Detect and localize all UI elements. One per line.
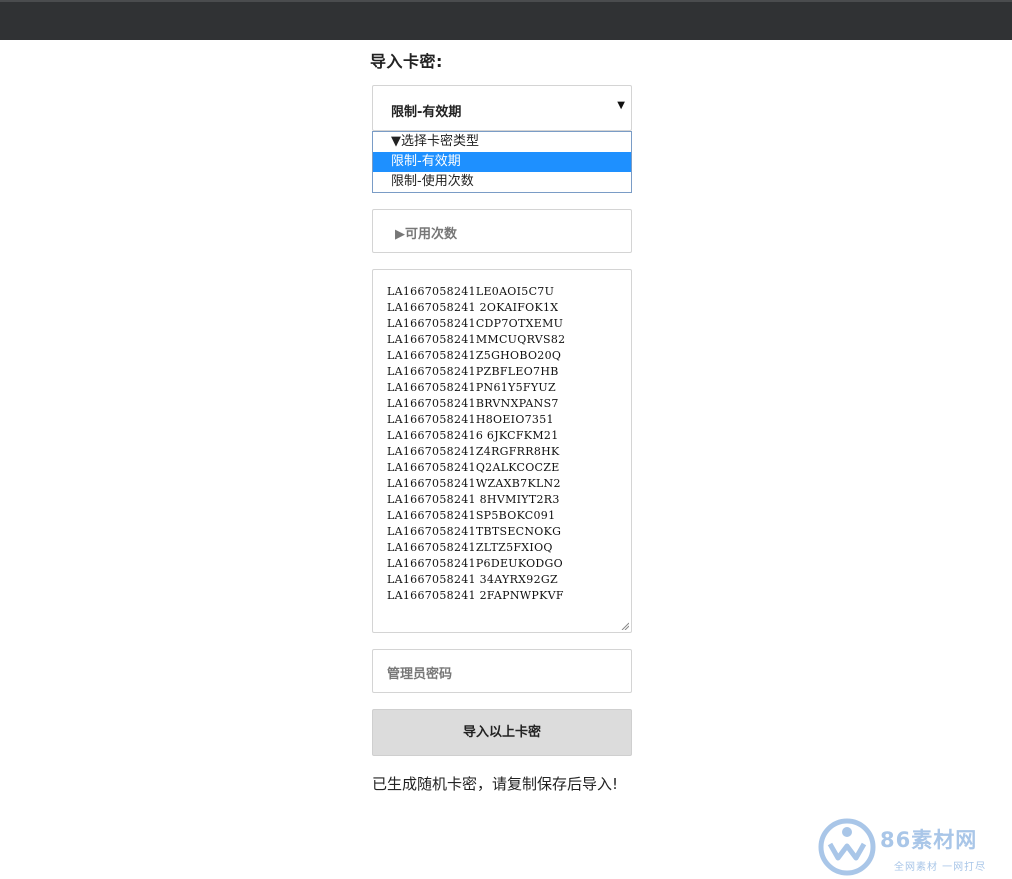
card-code-line: LA1667058241CDP7OTXEMU: [387, 317, 564, 330]
card-code-line: LA1667058241Z4RGFRR8HK: [387, 445, 560, 458]
admin-password-input[interactable]: 管理员密码: [372, 649, 632, 693]
card-code-line: LA1667058241BRVNXPANS7: [387, 397, 559, 410]
card-code-line: LA1667058241 2OKAIFOK1X: [387, 301, 559, 314]
page-title: 导入卡密:: [370, 52, 443, 71]
card-code-line: LA1667058241SP5BOKC091: [387, 509, 556, 522]
card-code-line: LA1667058241 2FAPNWPKVF: [387, 589, 564, 602]
admin-password-placeholder: 管理员密码: [387, 667, 453, 682]
usage-count-input[interactable]: ▶可用次数: [372, 209, 632, 253]
card-type-selected-value: 限制-有效期: [391, 105, 462, 120]
status-message: 已生成随机卡密，请复制保存后导入!: [372, 775, 619, 793]
card-code-line: LA1667058241WZAXB7KLN2: [387, 477, 561, 490]
card-code-line: LA1667058241 8HVMIYT2R3: [387, 493, 560, 506]
card-code-line: LA1667058241Z5GHOBO20Q: [387, 349, 562, 362]
watermark-title: 86素材网: [880, 828, 978, 852]
resize-handle-icon[interactable]: [621, 622, 629, 630]
card-codes-textarea[interactable]: LA1667058241LE0AOI5C7U LA1667058241 2OKAI…: [372, 269, 632, 633]
watermark-subtitle: 全网素材 一网打尽: [894, 862, 987, 873]
card-code-line: LA1667058241Q2ALKCOCZE: [387, 461, 560, 474]
card-type-dropdown-list: ▼选择卡密类型 限制-有效期 限制-使用次数: [372, 131, 632, 193]
dropdown-option-validity-period[interactable]: 限制-有效期: [373, 152, 631, 172]
chevron-down-icon[interactable]: ▼: [617, 100, 625, 111]
card-code-line: LA1667058241ZLTZ5FXIOQ: [387, 541, 553, 554]
card-code-line: LA1667058241PN61Y5FYUZ: [387, 381, 556, 394]
card-code-line: LA1667058241P6DEUKODGO: [387, 557, 563, 570]
card-code-line: LA1667058241H8OEIO7351: [387, 413, 554, 426]
dropdown-option-placeholder[interactable]: ▼选择卡密类型: [373, 132, 631, 152]
import-codes-button[interactable]: 导入以上卡密: [372, 709, 632, 756]
card-code-line: LA1667058241TBTSECNOKG: [387, 525, 562, 538]
card-code-line: LA16670582416 6JKCFKM21: [387, 429, 559, 442]
card-code-line: LA1667058241LE0AOI5C7U: [387, 285, 555, 298]
usage-count-placeholder: ▶可用次数: [395, 227, 457, 242]
card-type-select[interactable]: 限制-有效期 ▼: [372, 85, 632, 131]
card-code-line: LA1667058241MMCUQRVS82: [387, 333, 566, 346]
watermark-logo-icon: [818, 818, 876, 876]
top-navigation-bar: [0, 0, 1012, 40]
card-code-line: LA1667058241PZBFLEO7HB: [387, 365, 559, 378]
dropdown-option-usage-count[interactable]: 限制-使用次数: [373, 172, 631, 192]
site-watermark: 86素材网 全网素材 一网打尽: [818, 818, 1008, 876]
card-codes-list: LA1667058241LE0AOI5C7U LA1667058241 2OKAI…: [387, 284, 565, 604]
card-code-line: LA1667058241 34AYRX92GZ: [387, 573, 558, 586]
